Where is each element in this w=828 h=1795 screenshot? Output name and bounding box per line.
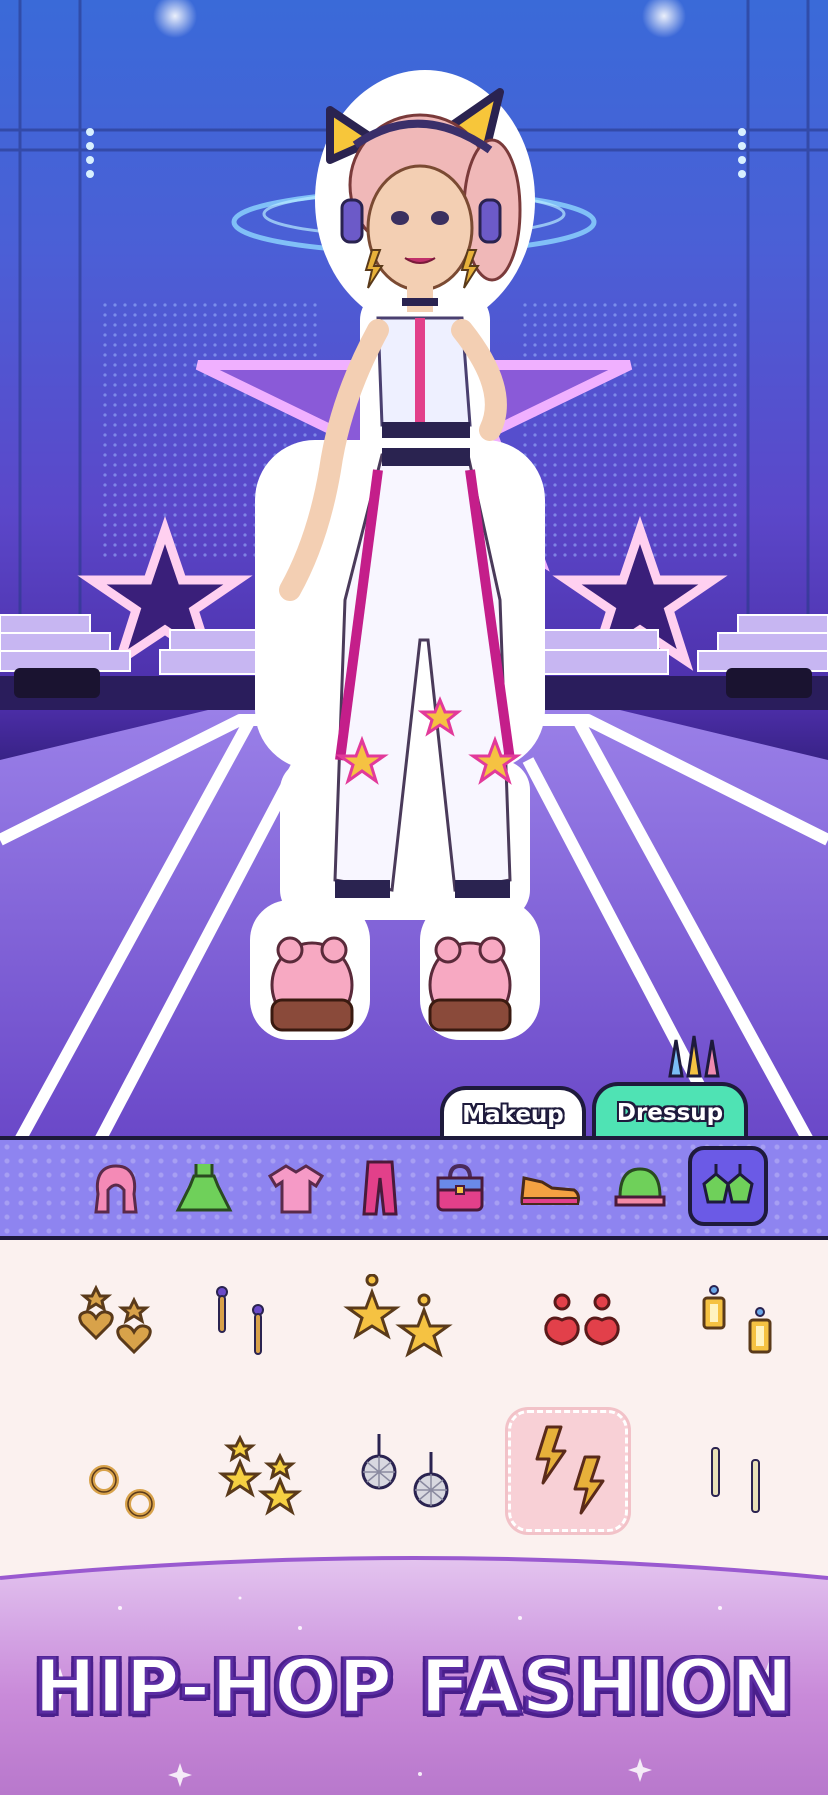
category-earrings[interactable]: [688, 1146, 768, 1226]
heart-star-earrings-icon: [78, 1284, 152, 1355]
category-hair[interactable]: [78, 1150, 154, 1226]
tab-makeup-label: Makeup: [462, 1102, 564, 1128]
gem-drop-earrings-icon: [702, 1285, 772, 1354]
sneaker-icon: [520, 1176, 580, 1205]
character-doll[interactable]: [0, 0, 828, 1140]
category-hat[interactable]: [602, 1150, 678, 1226]
earrings-icon: [702, 1164, 754, 1204]
cap-icon: [614, 1167, 666, 1207]
item-hoop-earrings[interactable]: [56, 1420, 176, 1540]
tab-makeup[interactable]: Makeup: [440, 1086, 586, 1140]
item-lightning-earrings[interactable]: [508, 1410, 628, 1532]
item-stick-earrings[interactable]: [172, 1264, 292, 1384]
item-gem-drop-earrings[interactable]: [672, 1264, 792, 1384]
category-shoes[interactable]: [512, 1150, 588, 1226]
bar-earrings-icon: [711, 1447, 760, 1513]
hoop-earrings-icon: [89, 1465, 155, 1519]
category-top[interactable]: [258, 1150, 334, 1226]
item-bar-earrings[interactable]: [672, 1420, 792, 1540]
category-dress[interactable]: [166, 1150, 242, 1226]
dress-icon: [175, 1164, 233, 1212]
tab-dressup[interactable]: Dressup: [592, 1082, 748, 1140]
wig-icon: [94, 1164, 138, 1214]
item-cherry-earrings[interactable]: [524, 1264, 644, 1384]
lightning-earrings-icon: [535, 1425, 605, 1515]
tab-dressup-label: Dressup: [616, 1100, 724, 1126]
runway-stage-background: [0, 0, 828, 1140]
banner-title: HIP-HOP FASHION: [33, 1643, 795, 1732]
star-dangle-earrings-icon: [217, 1434, 303, 1516]
cherry-earrings-icon: [544, 1293, 620, 1346]
starfish-earrings-icon: [343, 1274, 453, 1358]
dressup-tab-icon: [668, 1035, 720, 1078]
category-bag[interactable]: [422, 1150, 498, 1226]
tshirt-icon: [268, 1164, 324, 1214]
handbag-icon: [436, 1163, 484, 1212]
item-star-dangle-earrings[interactable]: [200, 1420, 320, 1540]
stick-earrings-icon: [216, 1286, 264, 1355]
pants-icon: [362, 1160, 398, 1216]
category-pants[interactable]: [342, 1150, 418, 1226]
disco-ball-earrings-icon: [361, 1434, 449, 1508]
item-starfish-earrings[interactable]: [338, 1264, 458, 1384]
item-heart-star-earrings[interactable]: [56, 1264, 176, 1384]
item-disco-ball-earrings[interactable]: [344, 1420, 464, 1540]
